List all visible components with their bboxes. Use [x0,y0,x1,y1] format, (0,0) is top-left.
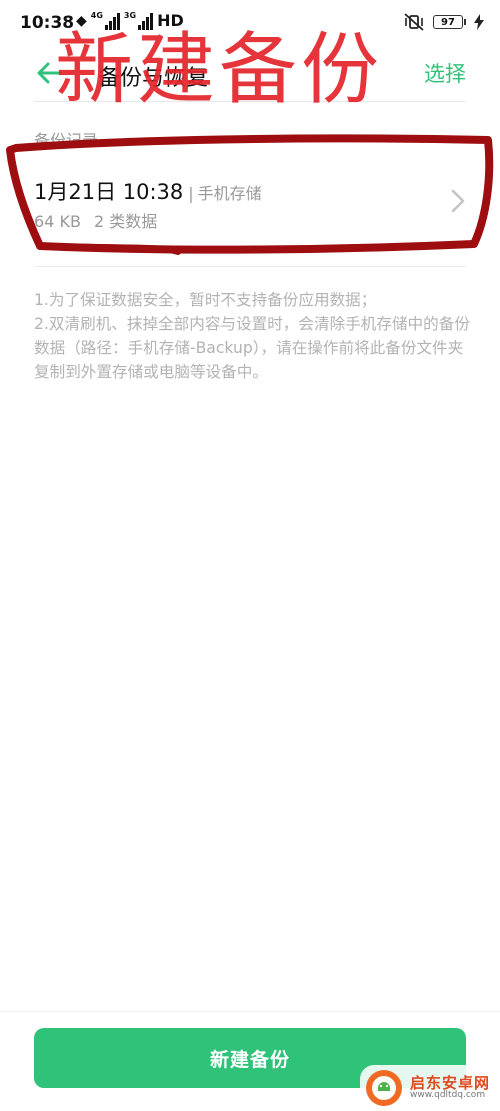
watermark-name: 启东安卓网 [410,1073,491,1092]
select-button[interactable]: 选择 [424,58,466,88]
record-date: 1月21日 10:38 [34,180,184,204]
site-watermark: 启东安卓网 www.qdltdq.com [360,1065,500,1111]
backup-notes: 1.为了保证数据安全，暂时不支持备份应用数据； 2.双清刷机、抹掉全部内容与设置… [34,288,470,384]
status-right-icons: 97 [403,13,484,31]
note-1: 1.为了保证数据安全，暂时不支持备份应用数据； [34,291,377,309]
record-title-row: 1月21日 10:38 | 手机存储 [34,176,262,206]
record-data-count: 2 类数据 [94,212,158,231]
bottom-divider [0,1011,500,1012]
backup-record-item[interactable]: 1月21日 10:38 | 手机存储 64 KB 2 类数据 [34,166,466,246]
item-divider [34,266,466,267]
battery-icon: 97 [433,15,466,29]
note-2: 2.双清刷机、抹掉全部内容与设置时，会清除手机存储中的备份数据（路径：手机存储-… [34,315,470,381]
charging-icon [474,14,484,30]
record-location: 手机存储 [197,184,262,203]
record-separator: | [188,184,194,203]
record-size: 64 KB [34,212,81,231]
vibrate-mute-icon [404,13,424,31]
watermark-logo-icon [366,1070,402,1106]
battery-level: 97 [433,15,463,29]
watermark-url: www.qdltdq.com [410,1090,486,1101]
section-label: 备份记录 [34,131,99,150]
annotation-title: 新建备份 [55,25,384,115]
phone-screen: 10:38 ◆ 4G 3G HD 97 备份与恢复 选择 备份记录 1月21日 … [0,0,500,1111]
record-meta: 64 KB 2 类数据 [34,208,157,232]
watermark-text: 启东安卓网 www.qdltdq.com [410,1075,490,1101]
chevron-right-icon [451,189,465,213]
